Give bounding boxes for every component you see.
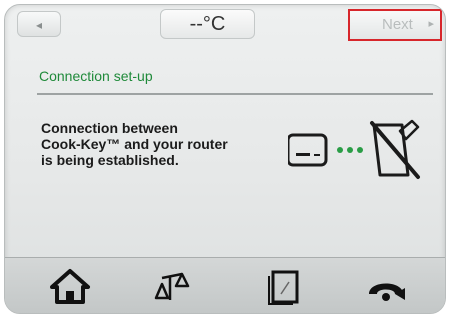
temperature-display: --°C — [160, 9, 255, 39]
previous-button[interactable]: ◂ — [17, 11, 61, 37]
home-button[interactable] — [45, 266, 95, 306]
message-line: Connection between — [41, 120, 178, 136]
status-message: Connection between Cook-Key™ and your ro… — [41, 120, 271, 168]
next-button[interactable]: Next ▸ — [348, 9, 442, 41]
divider — [37, 93, 433, 95]
chevron-right-icon: ▸ — [428, 18, 434, 30]
message-line: is being established. — [41, 152, 179, 168]
device-display: ◂ --°C Next ▸ Connection set-up Connecti… — [4, 4, 446, 314]
connection-illustration — [286, 117, 445, 187]
router-crossed-icon — [370, 119, 420, 179]
return-button[interactable] — [361, 266, 411, 306]
bottom-navigation-bar — [5, 257, 445, 313]
message-line: Cook-Key™ and your router — [41, 136, 228, 152]
scale-button[interactable] — [145, 266, 195, 306]
recipe-book-icon — [268, 270, 299, 305]
recipe-book-button[interactable] — [259, 266, 309, 306]
connecting-dots-icon — [337, 147, 363, 153]
section-title: Connection set-up — [39, 68, 153, 84]
top-bar: ◂ --°C Next ▸ — [5, 5, 445, 45]
next-button-label: Next — [382, 16, 413, 33]
home-icon — [50, 269, 90, 304]
scale-icon — [154, 272, 190, 300]
return-icon — [369, 283, 405, 301]
cook-key-icon — [286, 133, 328, 167]
